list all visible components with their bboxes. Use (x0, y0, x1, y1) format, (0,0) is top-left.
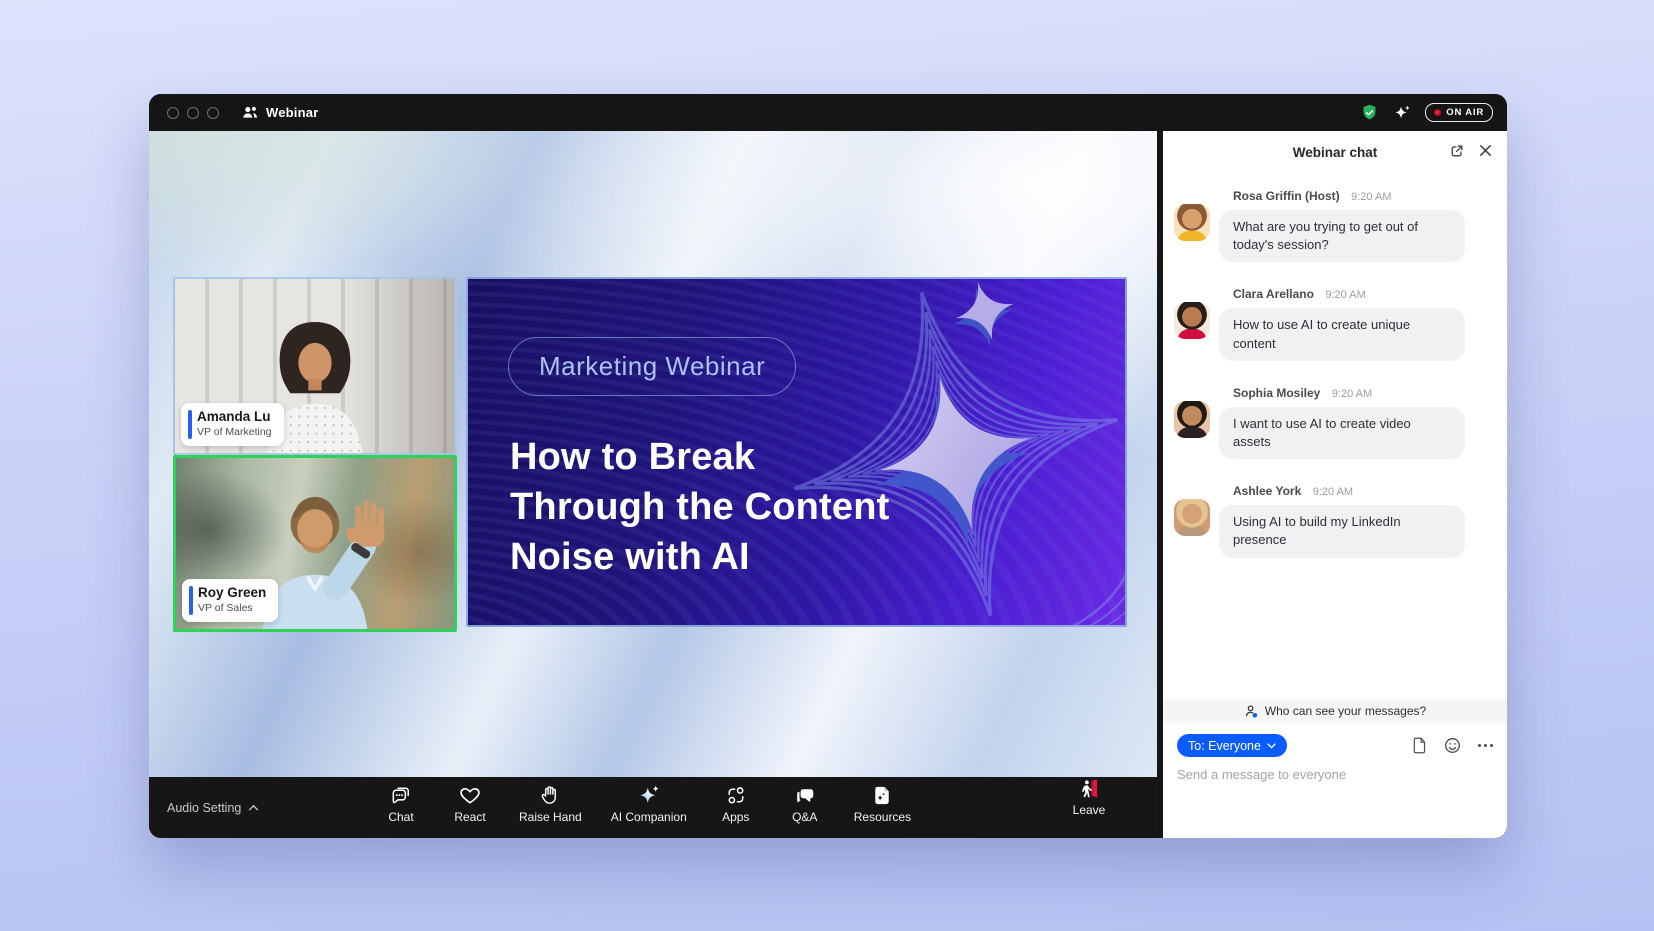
encryption-shield-icon[interactable] (1360, 103, 1379, 123)
slide-title-line: Noise with AI (510, 532, 1125, 582)
chat-button-label: Chat (388, 810, 413, 824)
on-air-badge: ON AIR (1425, 103, 1493, 122)
app-identity: Webinar (241, 105, 318, 120)
chevron-down-icon (1267, 743, 1276, 749)
on-air-label: ON AIR (1446, 107, 1484, 118)
window-controls (167, 107, 219, 119)
slide-title-line: Through the Content (510, 482, 1125, 532)
titlebar: Webinar ON AIR (149, 94, 1507, 131)
speaker-name-tag: Roy Green VP of Sales (182, 579, 278, 622)
leave-button-label: Leave (1073, 803, 1106, 817)
meeting-toolbar: Audio Setting Chat (149, 777, 1157, 838)
raise-hand-button-label: Raise Hand (519, 810, 582, 824)
qa-button-label: Q&A (792, 810, 817, 824)
speaker-role: VP of Sales (198, 602, 266, 616)
avatar-rosa-griffin (1174, 204, 1210, 241)
speaker-name-tag: Amanda Lu VP of Marketing (181, 403, 284, 446)
message-author: Sophia Mosiley (1233, 386, 1320, 400)
chat-button[interactable]: Chat (381, 784, 421, 824)
person-privacy-icon (1244, 704, 1259, 719)
window-minimize-button[interactable] (187, 107, 199, 119)
on-air-dot (1434, 109, 1441, 116)
window-close-button[interactable] (167, 107, 179, 119)
video-tile-roy-green[interactable]: Roy Green VP of Sales (173, 455, 457, 632)
heart-icon (458, 784, 482, 807)
chat-message: Ashlee York 9:20 AM Using AI to build my… (1174, 482, 1491, 557)
webinar-chat-panel: Webinar chat (1163, 131, 1507, 838)
message-time: 9:20 AM (1351, 191, 1391, 203)
chat-message: Clara Arellano 9:20 AM How to use AI to … (1174, 285, 1491, 360)
ai-companion-status-icon[interactable] (1393, 104, 1411, 122)
composer-spacer (1163, 782, 1507, 838)
audio-setting-control[interactable]: Audio Setting (167, 777, 259, 838)
close-chat-icon[interactable] (1478, 143, 1493, 159)
chat-message: Sophia Mosiley 9:20 AM I want to use AI … (1174, 384, 1491, 459)
qa-icon (793, 784, 817, 807)
privacy-banner-text: Who can see your messages? (1265, 704, 1426, 718)
resources-icon (870, 784, 894, 807)
emoji-icon[interactable] (1444, 737, 1461, 754)
leave-button[interactable]: Leave (1069, 777, 1109, 817)
avatar-ashlee-york (1174, 499, 1210, 536)
shared-slide: Marketing Webinar How to Break Through t… (466, 277, 1127, 627)
message-bubble: Using AI to build my LinkedIn presence (1219, 505, 1465, 557)
chat-message: Rosa Griffin (Host) 9:20 AM What are you… (1174, 187, 1491, 262)
raise-hand-button[interactable]: Raise Hand (519, 784, 582, 824)
message-bubble: How to use AI to create unique content (1219, 308, 1465, 360)
participants-icon (241, 105, 258, 120)
raise-hand-icon (538, 784, 562, 807)
audio-setting-label: Audio Setting (167, 801, 241, 815)
chat-header: Webinar chat (1163, 131, 1507, 173)
message-author: Ashlee York (1233, 484, 1301, 498)
apps-button-label: Apps (722, 810, 749, 824)
chat-message-list[interactable]: Rosa Griffin (Host) 9:20 AM What are you… (1163, 173, 1507, 699)
recipient-selector-label: To: Everyone (1188, 739, 1261, 753)
slide-badge: Marketing Webinar (508, 337, 796, 396)
slide-title-line: How to Break (510, 432, 1125, 482)
message-bubble: What are you trying to get out of today'… (1219, 210, 1465, 262)
ai-companion-icon (637, 784, 661, 807)
apps-icon (724, 784, 748, 807)
avatar-sophia-mosiley (1174, 401, 1210, 438)
message-time: 9:20 AM (1313, 486, 1353, 498)
speaker-role: VP of Marketing (197, 426, 272, 440)
message-privacy-banner[interactable]: Who can see your messages? (1163, 699, 1507, 723)
leave-icon (1077, 777, 1101, 800)
message-bubble: I want to use AI to create video assets (1219, 407, 1465, 459)
message-author: Clara Arellano (1233, 287, 1314, 301)
message-time: 9:20 AM (1325, 289, 1365, 301)
composer-toolbar: To: Everyone (1163, 723, 1507, 757)
message-author: Rosa Griffin (Host) (1233, 189, 1340, 203)
webinar-stage-canvas: Amanda Lu VP of Marketing (149, 131, 1157, 777)
stage: Amanda Lu VP of Marketing (149, 131, 1157, 838)
avatar-clara-arellano (1174, 302, 1210, 339)
ai-companion-button-label: AI Companion (611, 810, 687, 824)
resources-button-label: Resources (854, 810, 911, 824)
speaker-name: Amanda Lu (197, 409, 272, 426)
recipient-selector[interactable]: To: Everyone (1177, 734, 1287, 757)
webinar-window: Webinar ON AIR (149, 94, 1507, 838)
chat-bubble-icon (389, 784, 413, 807)
more-options-icon[interactable] (1478, 744, 1493, 747)
qa-button[interactable]: Q&A (785, 784, 825, 824)
window-maximize-button[interactable] (207, 107, 219, 119)
slide-title: How to Break Through the Content Noise w… (510, 432, 1125, 582)
chevron-up-icon (248, 804, 259, 811)
ai-companion-button[interactable]: AI Companion (611, 784, 687, 824)
react-button-label: React (454, 810, 485, 824)
resources-button[interactable]: Resources (854, 784, 911, 824)
attach-file-icon[interactable] (1411, 737, 1427, 754)
video-tile-amanda-lu[interactable]: Amanda Lu VP of Marketing (173, 277, 457, 455)
react-button[interactable]: React (450, 784, 490, 824)
window-title: Webinar (266, 105, 318, 120)
message-time: 9:20 AM (1332, 388, 1372, 400)
speaker-name: Roy Green (198, 585, 266, 602)
pop-out-chat-icon[interactable] (1449, 143, 1465, 159)
chat-message-input[interactable] (1177, 767, 1477, 782)
apps-button[interactable]: Apps (716, 784, 756, 824)
